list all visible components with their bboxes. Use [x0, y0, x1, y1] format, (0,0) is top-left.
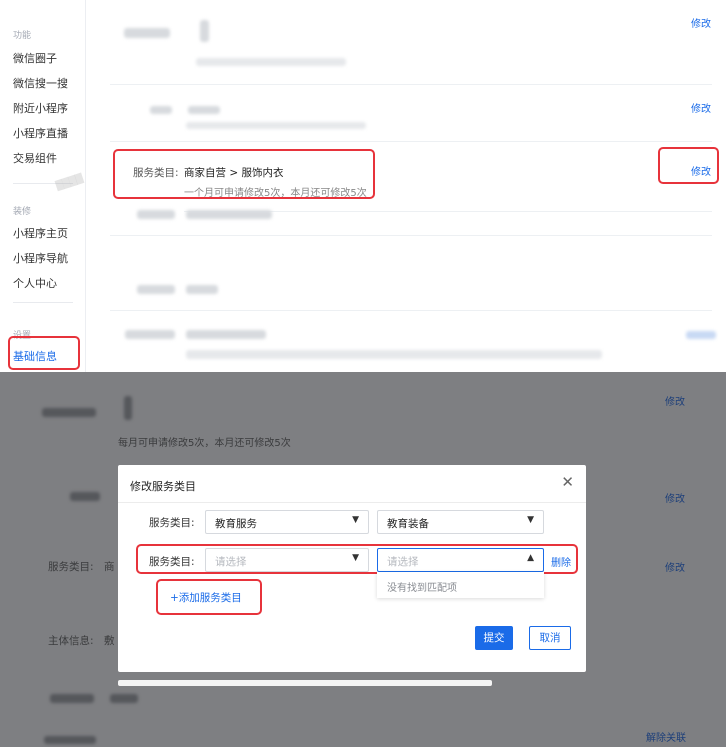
blurred-text: [186, 350, 602, 359]
sidebar-divider: [13, 302, 73, 303]
blurred-label: [50, 694, 94, 703]
service-category-note: 一个月可申请修改5次，本月还可修改5次: [184, 188, 367, 199]
background-unlink-link: 解除关联: [646, 733, 686, 744]
caret-down-icon: ▼: [352, 515, 359, 525]
blurred-value: [110, 694, 138, 703]
blurred-value: [186, 285, 218, 294]
sidebar-item-live[interactable]: 小程序直播: [13, 125, 68, 141]
blurred-label: [42, 408, 96, 417]
blurred-label: [124, 28, 170, 38]
row2-dropdown: 没有找到匹配项: [377, 572, 544, 598]
edit-service-category-dialog: 修改服务类目 ✕ 服务类目: 教育服务 ▼ 教育装备 ▼ 服务类目: 请选择 ▼…: [118, 465, 586, 672]
blurred-value: [186, 210, 272, 219]
blurred-link: [686, 331, 716, 339]
row1-label: 服务类目:: [149, 517, 195, 529]
background-subject-value: 敷: [104, 635, 115, 647]
background-edit-link: 修改: [665, 494, 685, 505]
caret-down-icon: ▼: [527, 515, 534, 525]
service-category-value: 商家自营 > 服饰内衣: [184, 167, 284, 179]
background-service-label: 服务类目:: [48, 561, 94, 573]
blurred-value: [186, 330, 266, 339]
background-hint: 每月可申请修改5次，本月还可修改5次: [118, 438, 291, 449]
dropdown-empty-text: 没有找到匹配项: [387, 583, 457, 594]
service-category-label: 服务类目:: [133, 167, 179, 179]
blurred-label: [137, 210, 175, 219]
row1-secondary-value: 教育装备: [387, 518, 429, 530]
row-divider: [110, 235, 712, 236]
row-divider: [110, 141, 712, 142]
background-service-value: 商: [104, 561, 115, 573]
blurred-avatar: [200, 20, 209, 42]
blurred-text: [186, 122, 366, 129]
edit-link-row2[interactable]: 修改: [691, 100, 711, 115]
blurred-label: [150, 106, 172, 114]
row-divider: [110, 310, 712, 311]
highlight-box-row2: [136, 544, 578, 574]
close-icon[interactable]: ✕: [561, 473, 574, 491]
blurred-avatar: [124, 396, 132, 420]
screenshot-root: 功能 微信圈子 微信搜一搜 附近小程序 小程序直播 交易组件 装修 小程序主页 …: [0, 0, 726, 747]
dialog-title: 修改服务类目: [130, 480, 196, 493]
blurred-label: [70, 492, 100, 501]
blurred-label: [137, 285, 175, 294]
row1-primary-select[interactable]: 教育服务 ▼: [205, 510, 369, 534]
sidebar-item-home[interactable]: 小程序主页: [13, 225, 68, 241]
blurred-label: [44, 736, 96, 744]
horizontal-scrollbar[interactable]: [118, 680, 492, 686]
row-divider: [110, 84, 712, 85]
highlight-box-basic-info: [8, 336, 80, 370]
background-edit-link: 修改: [665, 397, 685, 408]
cancel-button[interactable]: 取消: [529, 626, 571, 650]
sidebar-item-wechat-circle[interactable]: 微信圈子: [13, 50, 57, 66]
edit-link-row1[interactable]: 修改: [691, 15, 711, 30]
sidebar-item-nearby-miniprogram[interactable]: 附近小程序: [13, 100, 68, 116]
settings-page: 功能 微信圈子 微信搜一搜 附近小程序 小程序直播 交易组件 装修 小程序主页 …: [0, 0, 726, 372]
sidebar-group-features: 功能: [13, 31, 32, 41]
dialog-divider: [118, 502, 586, 503]
sidebar-item-trade-component[interactable]: 交易组件: [13, 150, 57, 166]
sidebar-group-decor: 装修: [13, 207, 32, 217]
row1-primary-value: 教育服务: [215, 518, 257, 530]
sidebar-item-navigation[interactable]: 小程序导航: [13, 250, 68, 266]
submit-button[interactable]: 提交: [475, 626, 513, 650]
row1-secondary-select[interactable]: 教育装备 ▼: [377, 510, 544, 534]
sidebar-item-personal-center[interactable]: 个人中心: [13, 275, 57, 291]
blurred-text: [196, 58, 346, 66]
highlight-box-add: [156, 579, 262, 615]
background-edit-link: 修改: [665, 563, 685, 574]
edit-link-service-category[interactable]: 修改: [691, 163, 711, 178]
sidebar-item-wechat-search[interactable]: 微信搜一搜: [13, 75, 68, 91]
background-subject-label: 主体信息:: [48, 635, 94, 647]
blurred-value: [188, 106, 220, 114]
modal-overlay: 每月可申请修改5次，本月还可修改5次 修改 修改 服务类目: 商 修改 主体信息…: [0, 372, 726, 747]
blurred-label: [125, 330, 175, 339]
